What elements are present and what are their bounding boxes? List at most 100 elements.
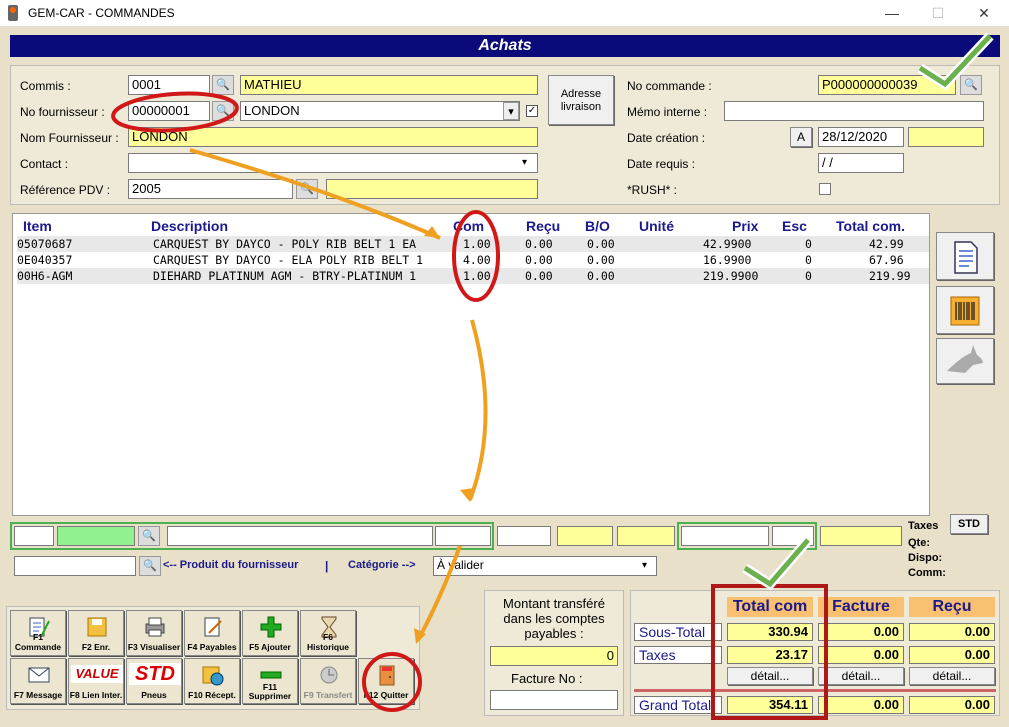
memo-interne-label: Mémo interne : xyxy=(627,105,708,119)
date-creation-field[interactable]: 28/12/2020 xyxy=(818,127,904,147)
message-label: F7 Message xyxy=(13,690,63,700)
commis-code-field[interactable]: 0001 xyxy=(128,75,210,95)
reference-pdv-field[interactable]: 2005 xyxy=(128,179,293,199)
entry-esc-field[interactable] xyxy=(772,526,814,546)
entry-item-field[interactable] xyxy=(14,526,54,546)
reception-button[interactable]: F10 Récept. xyxy=(184,658,240,704)
detail-com-button[interactable]: détail... xyxy=(727,667,813,685)
table-row[interactable]: 00H6-AGM DIEHARD PLATINUM AGM - BTRY-PLA… xyxy=(17,268,929,284)
cell-item: 05070687 xyxy=(17,237,73,251)
enregistrer-button[interactable]: F2 Enr. xyxy=(68,610,124,656)
chevron-down-icon[interactable]: ▾ xyxy=(503,102,519,120)
entry-unite-field[interactable] xyxy=(617,526,675,546)
taxes-facture: 0.00 xyxy=(818,646,904,664)
entry-com-field[interactable] xyxy=(435,526,491,546)
taxes-total-label: Taxes xyxy=(634,646,722,664)
totals-divider xyxy=(634,689,996,692)
categorie-select[interactable]: À valider xyxy=(433,556,657,576)
title-bar: GEM-CAR - COMMANDES — ☐ ✕ xyxy=(0,0,1009,27)
col-header-item[interactable]: Item xyxy=(23,218,52,234)
no-commande-field[interactable]: P000000000039 xyxy=(818,75,956,95)
ajouter-label: F5 Ajouter xyxy=(249,642,291,652)
col-header-prix[interactable]: Prix xyxy=(732,218,758,234)
col-header-description[interactable]: Description xyxy=(151,218,228,234)
taxes-recu: 0.00 xyxy=(909,646,995,664)
date-creation-extra[interactable] xyxy=(908,127,984,147)
col-header-recu[interactable]: Reçu xyxy=(526,218,560,234)
transfert-button[interactable]: F9 Transfert xyxy=(300,658,356,704)
entry-total-field[interactable] xyxy=(820,526,902,546)
date-a-button[interactable]: A xyxy=(790,127,812,147)
plus-icon xyxy=(260,616,282,638)
fournisseur-search-icon[interactable]: 🔍 xyxy=(212,101,234,121)
reference-extra-field[interactable] xyxy=(326,179,538,199)
fournisseur-label: No fournisseur : xyxy=(20,105,105,119)
nom-fournisseur-field[interactable]: LONDON xyxy=(128,127,538,147)
detail-facture-button[interactable]: détail... xyxy=(818,667,904,685)
lien-inter-label: F8 Lien Inter. xyxy=(69,690,123,700)
col-header-bo[interactable]: B/O xyxy=(585,218,610,234)
lien-inter-button[interactable]: VALUE F8 Lien Inter. xyxy=(68,658,124,704)
produit-search-icon[interactable]: 🔍 xyxy=(139,556,161,576)
barcode-icon[interactable] xyxy=(936,286,994,334)
std-button[interactable]: STD xyxy=(950,514,988,534)
produit-field[interactable] xyxy=(14,556,136,576)
adresse-livraison-button[interactable]: Adresse livraison xyxy=(548,75,614,125)
historique-button[interactable]: F6 Historique xyxy=(300,610,356,656)
date-requis-field[interactable]: / / xyxy=(818,153,904,173)
ajouter-button[interactable]: F5 Ajouter xyxy=(242,610,298,656)
cell-esc: 0 xyxy=(805,269,812,283)
reception-icon xyxy=(202,666,224,686)
memo-interne-field[interactable] xyxy=(724,101,984,121)
col-header-total[interactable]: Total com. xyxy=(836,218,905,234)
minimize-button[interactable]: — xyxy=(870,2,914,24)
fournisseur-name-select[interactable]: LONDON xyxy=(240,101,520,121)
cell-com: 1.00 xyxy=(463,269,491,283)
entry-description-field[interactable] xyxy=(167,526,433,546)
close-button[interactable]: ✕ xyxy=(962,2,1006,24)
contact-chevron-down-icon[interactable]: ▾ xyxy=(522,157,527,168)
col-header-unite[interactable]: Unité xyxy=(639,218,674,234)
cell-bo: 0.00 xyxy=(587,269,615,283)
reference-search-icon[interactable]: 🔍 xyxy=(296,179,318,199)
taxes-label: Taxes xyxy=(908,520,939,532)
quitter-button[interactable]: F12 Quitter xyxy=(358,658,414,704)
visualiser-button[interactable]: F3 Visualiser xyxy=(126,610,182,656)
commis-search-icon[interactable]: 🔍 xyxy=(212,75,234,95)
contact-select[interactable] xyxy=(128,153,538,173)
sous-total-recu: 0.00 xyxy=(909,623,995,641)
payables-button[interactable]: F4 Payables xyxy=(184,610,240,656)
rush-checkbox[interactable] xyxy=(819,183,831,195)
message-button[interactable]: F7 Message xyxy=(10,658,66,704)
no-commande-search-icon[interactable]: 🔍 xyxy=(960,75,982,95)
application-window: GEM-CAR - COMMANDES — ☐ ✕ Achats Commis … xyxy=(0,0,1009,727)
document-icon[interactable] xyxy=(936,232,994,280)
table-row[interactable]: 0E040357 CARQUEST BY DAYCO - ELA POLY RI… xyxy=(17,252,929,268)
shark-icon[interactable] xyxy=(936,338,994,384)
produit-fournisseur-link[interactable]: <-- Produit du fournisseur xyxy=(163,559,298,571)
facture-no-field[interactable] xyxy=(490,690,618,710)
col-header-com[interactable]: Com xyxy=(453,218,484,234)
fournisseur-code-field[interactable]: 00000001 xyxy=(128,101,210,121)
commande-button[interactable]: F1 Commande xyxy=(10,610,66,656)
entry-prix-field[interactable] xyxy=(681,526,769,546)
entry-recu-field[interactable] xyxy=(497,526,551,546)
detail-recu-button[interactable]: détail... xyxy=(909,667,995,685)
entry-code-field[interactable] xyxy=(57,526,135,546)
cell-description: CARQUEST BY DAYCO - ELA POLY RIB BELT 1 xyxy=(153,253,424,267)
transfert-label: F9 Transfert xyxy=(303,690,353,700)
supprimer-button[interactable]: F11 Supprimer xyxy=(242,658,298,704)
categorie-chevron-down-icon[interactable]: ▾ xyxy=(642,560,647,571)
entry-search-icon[interactable]: 🔍 xyxy=(138,526,160,546)
categorie-link[interactable]: Catégorie --> xyxy=(348,559,416,571)
table-row[interactable]: 05070687 CARQUEST BY DAYCO - POLY RIB BE… xyxy=(17,236,929,252)
maximize-button[interactable]: ☐ xyxy=(916,2,960,24)
pneus-label: Pneus xyxy=(141,690,167,700)
pneus-button[interactable]: STD Pneus xyxy=(126,658,182,704)
fournisseur-checkbox[interactable]: ✓ xyxy=(526,105,538,117)
entry-bo-field[interactable] xyxy=(557,526,613,546)
col-header-esc[interactable]: Esc xyxy=(782,218,807,234)
grand-total-recu: 0.00 xyxy=(909,696,995,714)
cell-bo: 0.00 xyxy=(587,237,615,251)
commis-name-field[interactable]: MATHIEU xyxy=(240,75,538,95)
